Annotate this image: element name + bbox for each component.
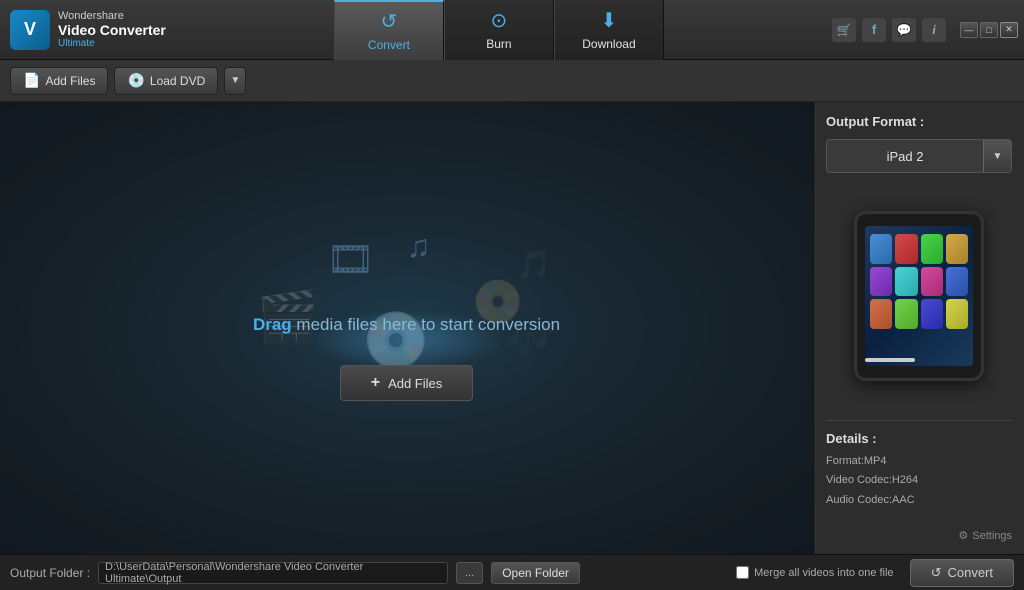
plus-icon: + <box>371 374 380 392</box>
add-files-drop-button[interactable]: + Add Files <box>340 365 474 401</box>
merge-label: Merge all videos into one file <box>754 567 893 579</box>
video-icon-1: 🎵 <box>517 248 552 281</box>
format-selector[interactable]: iPad 2 ▼ <box>826 139 1012 173</box>
tab-burn-label: Burn <box>486 37 511 51</box>
header-icons: 🛒 f 💬 i <box>832 18 956 42</box>
logo-icon: V <box>10 10 50 50</box>
ipad-home-bar <box>865 358 915 362</box>
app-icon-5 <box>870 267 892 297</box>
dvd-icon: 💿 <box>127 72 144 89</box>
ipad-screen <box>865 226 973 366</box>
bottom-bar: Output Folder : D:\UserData\Personal\Won… <box>0 554 1024 590</box>
video-codec-detail: Video Codec:H264 <box>826 471 1012 491</box>
app-edition: Ultimate <box>58 38 166 49</box>
add-files-icon: 📄 <box>23 72 40 89</box>
app-icon-8 <box>946 267 968 297</box>
facebook-icon[interactable]: f <box>862 18 886 42</box>
merge-checkbox-label[interactable]: Merge all videos into one file <box>736 566 893 579</box>
tab-convert[interactable]: ↺ Convert <box>334 0 444 60</box>
tab-burn[interactable]: ⊙ Burn <box>444 0 554 60</box>
cart-icon[interactable]: 🛒 <box>832 18 856 42</box>
company-name: Wondershare <box>58 10 166 22</box>
convert-icon: ↺ <box>931 565 942 581</box>
output-path-text: D:\UserData\Personal\Wondershare Video C… <box>105 561 441 585</box>
drag-bold: Drag <box>253 315 292 334</box>
format-detail: Format:MP4 <box>826 452 1012 472</box>
download-icon: ⬇ <box>601 8 618 33</box>
toolbar: 📄 Add Files 💿 Load DVD ▼ <box>0 60 1024 102</box>
app-icon-11 <box>921 299 943 329</box>
merge-checkbox-input[interactable] <box>736 566 749 579</box>
add-files-label: Add Files <box>45 74 95 88</box>
convert-button[interactable]: ↺ Convert <box>910 559 1014 587</box>
load-dvd-label: Load DVD <box>150 74 205 88</box>
app-logo: V Wondershare Video Converter Ultimate <box>10 10 166 50</box>
ipad-frame <box>854 211 984 381</box>
music-icon-1: ♫ <box>407 228 431 265</box>
add-files-drop-label: Add Files <box>388 376 442 391</box>
details-label: Details : <box>826 431 1012 446</box>
close-button[interactable]: ✕ <box>1000 22 1018 38</box>
convert-icon: ↺ <box>381 9 398 34</box>
device-preview <box>826 183 1012 410</box>
app-icon-6 <box>895 267 917 297</box>
tab-convert-label: Convert <box>368 38 410 52</box>
browse-button[interactable]: ... <box>456 562 483 584</box>
app-icon-7 <box>921 267 943 297</box>
app-branding: V Wondershare Video Converter Ultimate <box>0 10 166 50</box>
chat-icon[interactable]: 💬 <box>892 18 916 42</box>
gear-icon: ⚙ <box>958 529 968 542</box>
load-dvd-dropdown[interactable]: ▼ <box>224 67 246 95</box>
app-icon-12 <box>946 299 968 329</box>
nav-tabs: ↺ Convert ⊙ Burn ⬇ Download <box>334 0 664 60</box>
output-format-label: Output Format : <box>826 114 1012 129</box>
audio-codec-detail: Audio Codec:AAC <box>826 491 1012 511</box>
title-bar: V Wondershare Video Converter Ultimate ↺… <box>0 0 1024 60</box>
app-icon-3 <box>921 234 943 264</box>
convert-label: Convert <box>947 565 993 580</box>
drag-rest: media files here to start conversion <box>292 315 560 334</box>
top-right-area: 🛒 f 💬 i — □ ✕ <box>832 18 1024 42</box>
format-dropdown-arrow[interactable]: ▼ <box>983 140 1011 172</box>
drop-text: Drag media files here to start conversio… <box>253 315 560 335</box>
drop-panel[interactable]: 🎞 ♫ 🎬 💿 📀 🎵 🎶 Drag media files here to s… <box>0 102 814 554</box>
tab-download[interactable]: ⬇ Download <box>554 0 664 60</box>
app-icon-4 <box>946 234 968 264</box>
main-content: 🎞 ♫ 🎬 💿 📀 🎵 🎶 Drag media files here to s… <box>0 102 1024 554</box>
tab-download-label: Download <box>582 37 635 51</box>
app-icon-2 <box>895 234 917 264</box>
add-files-button[interactable]: 📄 Add Files <box>10 67 108 95</box>
minimize-button[interactable]: — <box>960 22 978 38</box>
settings-link[interactable]: ⚙ Settings <box>826 529 1012 542</box>
window-controls: — □ ✕ <box>960 22 1024 38</box>
maximize-button[interactable]: □ <box>980 22 998 38</box>
burn-icon: ⊙ <box>491 8 508 33</box>
app-name: Wondershare Video Converter Ultimate <box>58 10 166 49</box>
app-title: Video Converter <box>58 22 166 38</box>
details-section: Details : Format:MP4 Video Codec:H264 Au… <box>826 420 1012 511</box>
selected-format: iPad 2 <box>827 143 983 170</box>
info-icon[interactable]: i <box>922 18 946 42</box>
settings-label: Settings <box>972 530 1012 542</box>
load-dvd-button[interactable]: 💿 Load DVD <box>114 67 218 95</box>
right-panel: Output Format : iPad 2 ▼ <box>814 102 1024 554</box>
output-path-display: D:\UserData\Personal\Wondershare Video C… <box>98 562 448 584</box>
output-folder-label: Output Folder : <box>10 566 90 580</box>
app-icon-9 <box>870 299 892 329</box>
film-icon-1: 🎞 <box>327 238 375 282</box>
app-icon-1 <box>870 234 892 264</box>
open-folder-button[interactable]: Open Folder <box>491 562 580 584</box>
app-icon-10 <box>895 299 917 329</box>
